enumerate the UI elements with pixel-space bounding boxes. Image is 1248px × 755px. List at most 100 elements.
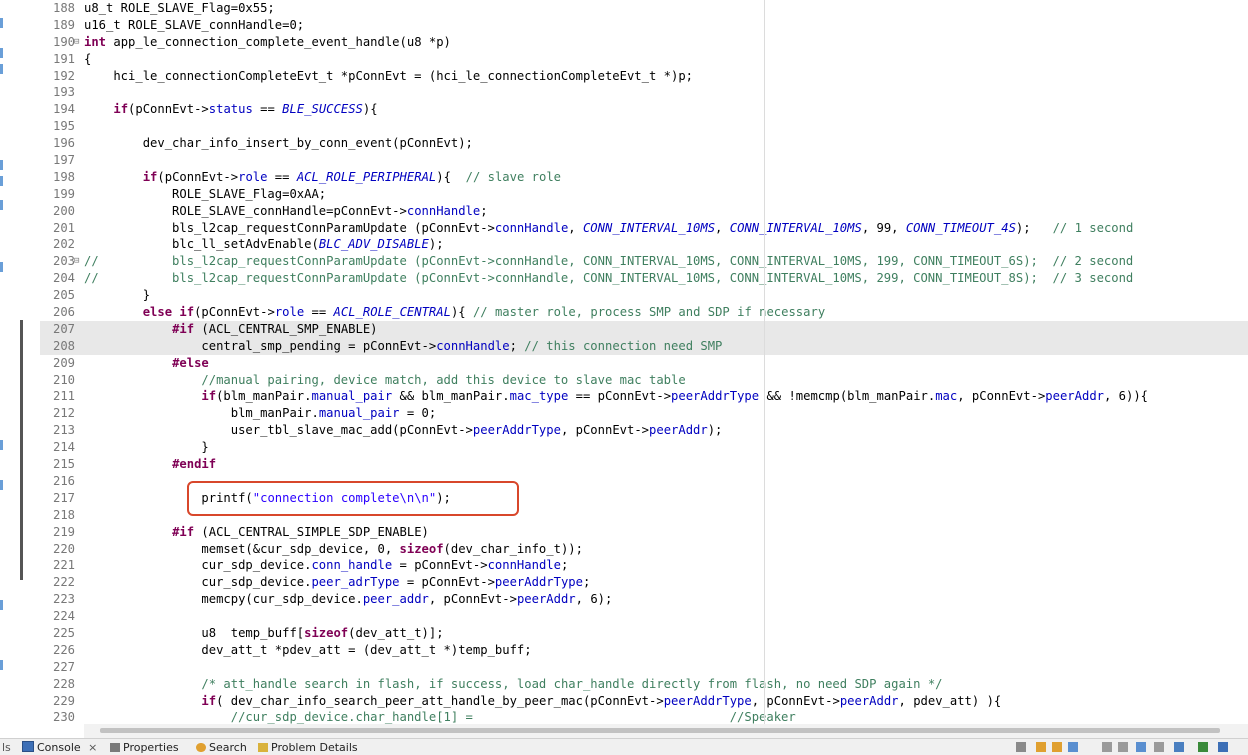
line-number: 219 bbox=[52, 524, 75, 539]
code-line[interactable]: 195 bbox=[40, 118, 1248, 135]
line-number: 195 bbox=[52, 119, 75, 134]
next-annotation-icon[interactable] bbox=[1052, 742, 1062, 752]
code-line[interactable]: 228 /* att_handle search in flash, if su… bbox=[40, 676, 1248, 693]
overview-marker bbox=[0, 480, 3, 490]
code-line[interactable]: 220 memset(&cur_sdp_device, 0, sizeof(de… bbox=[40, 541, 1248, 558]
horizontal-scrollbar-thumb[interactable] bbox=[100, 728, 1220, 733]
overview-marker bbox=[0, 660, 3, 670]
print-margin-guide bbox=[764, 0, 765, 724]
code-line[interactable]: 204 // bls_l2cap_requestConnParamUpdate (… bbox=[40, 270, 1248, 287]
code-line[interactable]: 202 blc_ll_setAdvEnable(BLC_ADV_DISABLE)… bbox=[40, 236, 1248, 253]
code-line[interactable]: 223 memcpy(cur_sdp_device.peer_addr, pCo… bbox=[40, 591, 1248, 608]
code-line[interactable]: 208 central_smp_pending = pConnEvt->conn… bbox=[40, 337, 1248, 355]
code-line[interactable]: 211 if(blm_manPair.manual_pair && blm_ma… bbox=[40, 388, 1248, 405]
tab-search[interactable]: Search bbox=[196, 740, 247, 755]
word-wrap-icon[interactable] bbox=[1136, 742, 1146, 752]
code-line[interactable]: 230 //cur_sdp_device.char_handle[1] = //… bbox=[40, 709, 1248, 724]
tab-properties-label: Properties bbox=[123, 741, 179, 754]
line-number: 193 bbox=[52, 85, 75, 100]
code-line[interactable]: 205 } bbox=[40, 287, 1248, 304]
code-line[interactable]: 213 user_tbl_slave_mac_add(pConnEvt->pee… bbox=[40, 422, 1248, 439]
printf-callout-highlight bbox=[187, 481, 519, 516]
code-line[interactable]: 198 if(pConnEvt->role == ACL_ROLE_PERIPH… bbox=[40, 169, 1248, 186]
code-line[interactable]: 221 cur_sdp_device.conn_handle = pConnEv… bbox=[40, 557, 1248, 574]
tab-search-label: Search bbox=[209, 741, 247, 754]
close-icon[interactable]: × bbox=[88, 741, 97, 754]
remove-launch-icon[interactable] bbox=[1016, 742, 1026, 752]
code-line[interactable]: 212 blm_manPair.manual_pair = 0; bbox=[40, 405, 1248, 422]
code-line[interactable]: 191 { bbox=[40, 51, 1248, 68]
code-line[interactable]: 225 u8 temp_buff[sizeof(dev_att_t)]; bbox=[40, 625, 1248, 642]
code-line[interactable]: 194 if(pConnEvt->status == BLE_SUCCESS){ bbox=[40, 101, 1248, 118]
fold-toggle-icon[interactable]: ⊟ bbox=[74, 253, 79, 270]
line-number: 217 bbox=[52, 490, 75, 505]
line-code-text: #if (ACL_CENTRAL_SMP_ENABLE) bbox=[172, 321, 378, 336]
code-line[interactable]: 224 bbox=[40, 608, 1248, 625]
code-line[interactable]: 189 u16_t ROLE_SLAVE_connHandle=0; bbox=[40, 17, 1248, 34]
line-number: 214 bbox=[52, 440, 75, 455]
line-number: 218 bbox=[52, 507, 75, 522]
code-line[interactable]: 207 #if (ACL_CENTRAL_SMP_ENABLE) bbox=[40, 320, 1248, 338]
pin-console-icon[interactable] bbox=[1102, 742, 1112, 752]
code-line[interactable]: 222 cur_sdp_device.peer_adrType = pConnE… bbox=[40, 574, 1248, 591]
line-number: 197 bbox=[52, 153, 75, 168]
horizontal-scrollbar[interactable] bbox=[84, 724, 1248, 738]
line-code-text: dev_att_t *pdev_att = (dev_att_t *)temp_… bbox=[84, 642, 532, 657]
code-line[interactable]: 210 //manual pairing, device match, add … bbox=[40, 372, 1248, 389]
code-line[interactable]: 203 ⊟ // bls_l2cap_requestConnParamUpdate … bbox=[40, 253, 1248, 270]
line-code-text: cur_sdp_device.conn_handle = pConnEvt->c… bbox=[84, 558, 569, 573]
tab-console[interactable]: Console × bbox=[22, 740, 97, 755]
code-line[interactable]: 199 ROLE_SLAVE_Flag=0xAA; bbox=[40, 186, 1248, 203]
line-code-text: // bls_l2cap_requestConnParamUpdate (pCo… bbox=[84, 254, 1134, 269]
code-editor[interactable]: 188 u8_t ROLE_SLAVE_Flag=0x55; 189 u16_t RO… bbox=[40, 0, 1248, 724]
overview-marker bbox=[0, 262, 3, 272]
code-line[interactable]: 197 bbox=[40, 152, 1248, 169]
overview-marker bbox=[0, 176, 3, 186]
code-line[interactable]: 214 } bbox=[40, 439, 1248, 456]
display-selected-console-icon[interactable] bbox=[1118, 742, 1128, 752]
open-console-icon[interactable] bbox=[1154, 742, 1164, 752]
minimize-icon[interactable] bbox=[1218, 742, 1228, 752]
code-line[interactable]: 219 #if (ACL_CENTRAL_SIMPLE_SDP_ENABLE) bbox=[40, 524, 1248, 541]
code-line[interactable]: 215 #endif bbox=[40, 456, 1248, 473]
line-number: 191 bbox=[52, 51, 75, 66]
line-number: 225 bbox=[52, 625, 75, 640]
tab-console-label: Console bbox=[37, 741, 81, 754]
code-line[interactable]: 201 bls_l2cap_requestConnParamUpdate (pC… bbox=[40, 220, 1248, 237]
line-number: 202 bbox=[52, 237, 75, 252]
line-number: 208 bbox=[52, 338, 75, 353]
line-code-text: if(pConnEvt->role == ACL_ROLE_PERIPHERAL… bbox=[142, 169, 561, 184]
line-code-text: if(pConnEvt->status == BLE_SUCCESS){ bbox=[113, 102, 378, 117]
tab-properties[interactable]: Properties bbox=[110, 740, 179, 755]
vertical-scroll-indicator[interactable] bbox=[20, 320, 23, 580]
code-line[interactable]: 200 ROLE_SLAVE_connHandle=pConnEvt->conn… bbox=[40, 203, 1248, 220]
code-line[interactable]: 227 bbox=[40, 659, 1248, 676]
code-line[interactable]: 193 bbox=[40, 84, 1248, 101]
line-number: 198 bbox=[52, 169, 75, 184]
code-line[interactable]: 192 hci_le_connectionCompleteEvt_t *pCon… bbox=[40, 68, 1248, 85]
scroll-lock-icon[interactable] bbox=[1068, 742, 1078, 752]
line-code-text: ROLE_SLAVE_connHandle=pConnEvt->connHand… bbox=[84, 203, 488, 218]
code-line[interactable]: 226 dev_att_t *pdev_att = (dev_att_t *)t… bbox=[40, 642, 1248, 659]
line-number: 221 bbox=[52, 558, 75, 573]
line-number: 190 bbox=[52, 34, 75, 49]
new-console-icon[interactable] bbox=[1174, 742, 1184, 752]
terminate-icon[interactable] bbox=[1198, 742, 1208, 752]
code-line[interactable]: 190 ⊟ int app_le_connection_complete_event… bbox=[40, 34, 1248, 51]
line-number: 199 bbox=[52, 186, 75, 201]
line-number: 226 bbox=[52, 642, 75, 657]
line-number: 216 bbox=[52, 473, 75, 488]
warning-icon[interactable] bbox=[1036, 742, 1046, 752]
line-code-text: u16_t ROLE_SLAVE_connHandle=0; bbox=[84, 17, 305, 32]
code-line[interactable]: 196 dev_char_info_insert_by_conn_event(p… bbox=[40, 135, 1248, 152]
code-line[interactable]: 209 #else bbox=[40, 355, 1248, 372]
code-line[interactable]: 188 u8_t ROLE_SLAVE_Flag=0x55; bbox=[40, 0, 1248, 17]
truncated-tab-label[interactable]: ls bbox=[2, 740, 11, 755]
line-number: 207 bbox=[52, 321, 75, 336]
code-line[interactable]: 206 else if(pConnEvt->role == ACL_ROLE_C… bbox=[40, 304, 1248, 321]
fold-toggle-icon[interactable]: ⊟ bbox=[74, 34, 79, 51]
code-line[interactable]: 229 if( dev_char_info_search_peer_att_ha… bbox=[40, 693, 1248, 710]
line-code-text: u8_t ROLE_SLAVE_Flag=0x55; bbox=[84, 1, 275, 15]
overview-marker bbox=[0, 18, 3, 28]
tab-problem-details[interactable]: Problem Details bbox=[258, 740, 358, 755]
